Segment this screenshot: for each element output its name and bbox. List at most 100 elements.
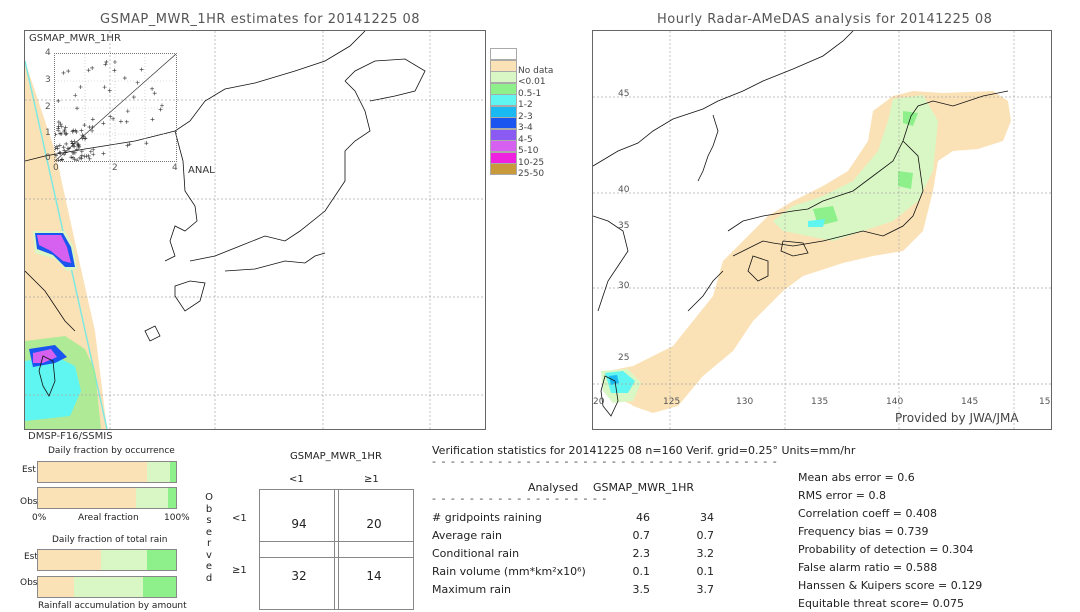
scatter-point [131, 95, 136, 100]
inset-label: GSMAP_MWR_1HR [29, 33, 121, 44]
verification-analysed: 46 [636, 511, 650, 524]
lon-tick-135: 135 [811, 397, 829, 407]
contingency-col-lt1: <1 [289, 474, 304, 485]
scatter-point [82, 123, 87, 128]
verification-analysed: 3.5 [632, 583, 651, 596]
legend-label: 4-5 [518, 134, 533, 145]
occurrence-axis-mid: Areal fraction [78, 513, 139, 523]
satellite-label: DMSP-F16/SSMIS [28, 431, 113, 442]
occurrence-axis-right: 100% [164, 513, 190, 523]
contingency-cell-ge1-ge1: 14 [334, 541, 414, 610]
scatter-point [79, 149, 84, 154]
total-obs-label: Obs [20, 578, 38, 588]
verification-analysed: 0.1 [632, 565, 651, 578]
legend-label: 1-2 [518, 100, 533, 110]
scatter-point [79, 153, 84, 158]
total-obs-bar [37, 576, 177, 598]
bar-segment [147, 462, 171, 482]
lat-tick-40: 40 [618, 185, 630, 195]
inset-ytick-2: 2 [45, 102, 51, 112]
col-model-header: GSMAP_MWR_1HR [593, 481, 695, 494]
scatter-points [55, 59, 164, 161]
right-map-graphic [593, 31, 1051, 429]
scatter-point [78, 85, 83, 90]
verification-analysed: 0.7 [632, 529, 651, 542]
legend-label: 5-10 [518, 146, 539, 156]
scatter-point [86, 68, 91, 73]
contingency-row-ge1: ≥1 [232, 565, 247, 576]
scatter-point [55, 146, 60, 151]
scatter-point [55, 132, 58, 137]
scatter-point [125, 109, 130, 114]
inset-ytick-0: 0 [45, 153, 51, 163]
heading-divider: - - - - - - - - - - - - - - - - - - - - … [432, 455, 778, 468]
scatter-point [84, 154, 89, 159]
score-line: Equitable threat score= 0.075 [798, 597, 964, 610]
bar-segment [38, 577, 74, 597]
lon-tick-130: 130 [736, 397, 754, 407]
occurrence-title: Daily fraction by occurrence [48, 446, 175, 456]
scatter-point [91, 152, 96, 157]
inset-ytick-4: 4 [45, 48, 51, 58]
coverage-nodata [608, 91, 1011, 413]
legend-swatch [490, 48, 517, 60]
verification-model: 3.7 [696, 583, 715, 596]
scatter-point [76, 142, 81, 147]
scatter-point [90, 117, 95, 122]
right-map-title: Hourly Radar-AMeDAS analysis for 2014122… [657, 12, 993, 27]
legend-swatch [490, 71, 517, 83]
verification-model: 3.2 [696, 547, 715, 560]
legend-swatch [490, 151, 517, 164]
scatter-point [57, 150, 62, 155]
scatter-point [112, 68, 117, 73]
legend-label: 3-4 [518, 123, 533, 133]
total-footer: Rainfall accumulation by amount [38, 601, 187, 611]
score-line: Probability of detection = 0.304 [798, 543, 974, 556]
legend-label: 25-50 [518, 169, 545, 179]
inset-ytick-3: 3 [45, 75, 51, 85]
scatter-point [64, 131, 69, 136]
occurrence-est-bar [37, 461, 177, 483]
legend-swatch [490, 163, 517, 175]
scatter-point [112, 60, 117, 65]
verification-model: 0.7 [696, 529, 715, 542]
bar-segment [101, 550, 147, 570]
scatter-point [64, 141, 69, 146]
inset-xtick-0: 0 [53, 163, 59, 173]
scatter-point [111, 116, 116, 121]
scatter-point [56, 124, 61, 129]
legend-swatch [490, 94, 517, 106]
scatter-point [75, 106, 80, 111]
scatter-point [124, 119, 129, 124]
scatter-point [101, 151, 106, 156]
scatter-point [122, 76, 127, 81]
legend-swatch [490, 105, 517, 118]
table-divider: - - - - - - - - - - - - - - - - - - - [432, 492, 608, 505]
verification-model: 34 [700, 511, 714, 524]
verification-label: # gridpoints raining [432, 511, 542, 524]
scatter-point [150, 117, 155, 122]
total-est-label: Est [24, 552, 38, 562]
verification-label: Rain volume (mm*km²x10⁶) [432, 565, 586, 578]
contingency-header: GSMAP_MWR_1HR [290, 451, 382, 462]
occurrence-axis-left: 0% [32, 513, 47, 523]
verification-label: Average rain [432, 529, 502, 542]
scatter-point [101, 121, 106, 126]
scatter-point [61, 145, 66, 150]
legend-swatch [490, 82, 517, 95]
occurrence-obs-label: Obs [20, 497, 38, 507]
scatter-point [75, 158, 80, 161]
verification-label: Conditional rain [432, 547, 520, 560]
contingency-cell-ge1-lt1: 32 [259, 541, 339, 610]
scatter-point [102, 85, 107, 90]
contingency-row-lt1: <1 [232, 513, 247, 524]
lon-tick-125: 125 [663, 397, 681, 407]
inset-xtick-2: 2 [112, 163, 118, 173]
lat-tick-25: 25 [618, 353, 630, 363]
scatter-point [90, 65, 95, 70]
scatter-point [104, 59, 109, 64]
scatter-inset [55, 54, 176, 161]
verification-model: 0.1 [696, 565, 715, 578]
bar-segment [38, 550, 102, 570]
scatter-inset-frame [54, 53, 177, 162]
